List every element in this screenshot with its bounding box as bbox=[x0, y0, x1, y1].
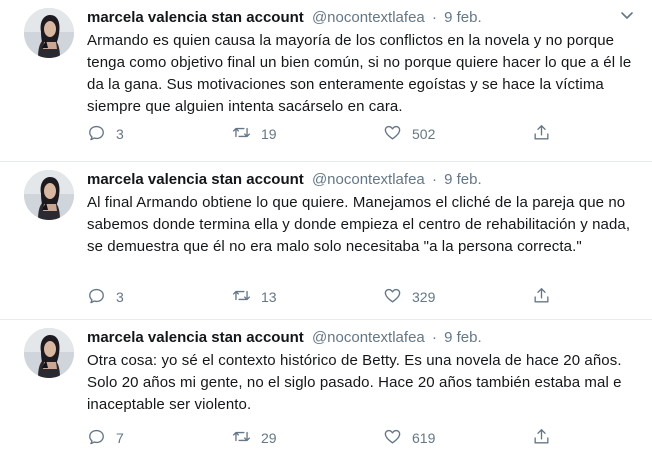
author-name[interactable]: marcela valencia stan account bbox=[87, 329, 304, 346]
like-button[interactable]: 619 bbox=[383, 426, 435, 450]
author-name[interactable]: marcela valencia stan account bbox=[87, 171, 304, 188]
reply-icon bbox=[87, 427, 106, 449]
tweet-header: marcela valencia stan account @nocontext… bbox=[87, 327, 612, 349]
like-icon bbox=[383, 286, 402, 308]
share-button[interactable] bbox=[532, 285, 551, 309]
retweet-icon bbox=[232, 286, 251, 308]
separator-dot: · bbox=[431, 171, 437, 188]
reply-button[interactable]: 3 bbox=[87, 122, 124, 146]
tweet-actions: 3 13 329 bbox=[87, 285, 567, 309]
reply-button[interactable]: 7 bbox=[87, 426, 124, 450]
share-button[interactable] bbox=[532, 426, 551, 450]
reply-count: 7 bbox=[116, 430, 124, 446]
tweet-date[interactable]: 9 feb. bbox=[444, 171, 482, 188]
avatar[interactable] bbox=[24, 8, 74, 58]
tweet-text: Otra cosa: yo sé el contexto histórico d… bbox=[87, 352, 622, 413]
retweet-count: 13 bbox=[261, 289, 277, 305]
share-icon bbox=[532, 286, 551, 308]
separator-dot: · bbox=[431, 9, 437, 26]
share-icon bbox=[532, 123, 551, 145]
retweet-button[interactable]: 13 bbox=[232, 285, 277, 309]
tweet-date[interactable]: 9 feb. bbox=[444, 9, 482, 26]
chevron-down-icon[interactable] bbox=[619, 8, 635, 24]
tweet-text: Al final Armando obtiene lo que quiere. … bbox=[87, 194, 631, 255]
tweet[interactable]: marcela valencia stan account @nocontext… bbox=[0, 0, 652, 162]
author-handle[interactable]: @nocontextlafea bbox=[312, 329, 425, 346]
avatar[interactable] bbox=[24, 170, 74, 220]
like-button[interactable]: 329 bbox=[383, 285, 435, 309]
reply-icon bbox=[87, 286, 106, 308]
retweet-icon bbox=[232, 123, 251, 145]
retweet-count: 19 bbox=[261, 126, 277, 142]
retweet-button[interactable]: 29 bbox=[232, 426, 277, 450]
reply-count: 3 bbox=[116, 289, 124, 305]
like-count: 619 bbox=[412, 430, 436, 446]
like-icon bbox=[383, 427, 402, 449]
retweet-button[interactable]: 19 bbox=[232, 122, 277, 146]
tweet-header: marcela valencia stan account @nocontext… bbox=[87, 7, 612, 29]
retweet-count: 29 bbox=[261, 430, 277, 446]
tweet-text: Armando es quien causa la mayoría de los… bbox=[87, 32, 632, 115]
author-handle[interactable]: @nocontextlafea bbox=[312, 9, 425, 26]
author-handle[interactable]: @nocontextlafea bbox=[312, 171, 425, 188]
tweet[interactable]: marcela valencia stan account @nocontext… bbox=[0, 320, 652, 451]
tweet-actions: 3 19 502 bbox=[87, 122, 567, 146]
like-count: 502 bbox=[412, 126, 436, 142]
like-count: 329 bbox=[412, 289, 436, 305]
separator-dot: · bbox=[431, 329, 437, 346]
tweet[interactable]: marcela valencia stan account @nocontext… bbox=[0, 162, 652, 320]
reply-icon bbox=[87, 123, 106, 145]
reply-count: 3 bbox=[116, 126, 124, 142]
share-icon bbox=[532, 427, 551, 449]
retweet-icon bbox=[232, 427, 251, 449]
tweet-actions: 7 29 619 bbox=[87, 426, 567, 450]
like-icon bbox=[383, 123, 402, 145]
avatar[interactable] bbox=[24, 328, 74, 378]
share-button[interactable] bbox=[532, 122, 551, 146]
tweet-date[interactable]: 9 feb. bbox=[444, 329, 482, 346]
reply-button[interactable]: 3 bbox=[87, 285, 124, 309]
tweet-header: marcela valencia stan account @nocontext… bbox=[87, 169, 612, 191]
like-button[interactable]: 502 bbox=[383, 122, 435, 146]
author-name[interactable]: marcela valencia stan account bbox=[87, 9, 304, 26]
